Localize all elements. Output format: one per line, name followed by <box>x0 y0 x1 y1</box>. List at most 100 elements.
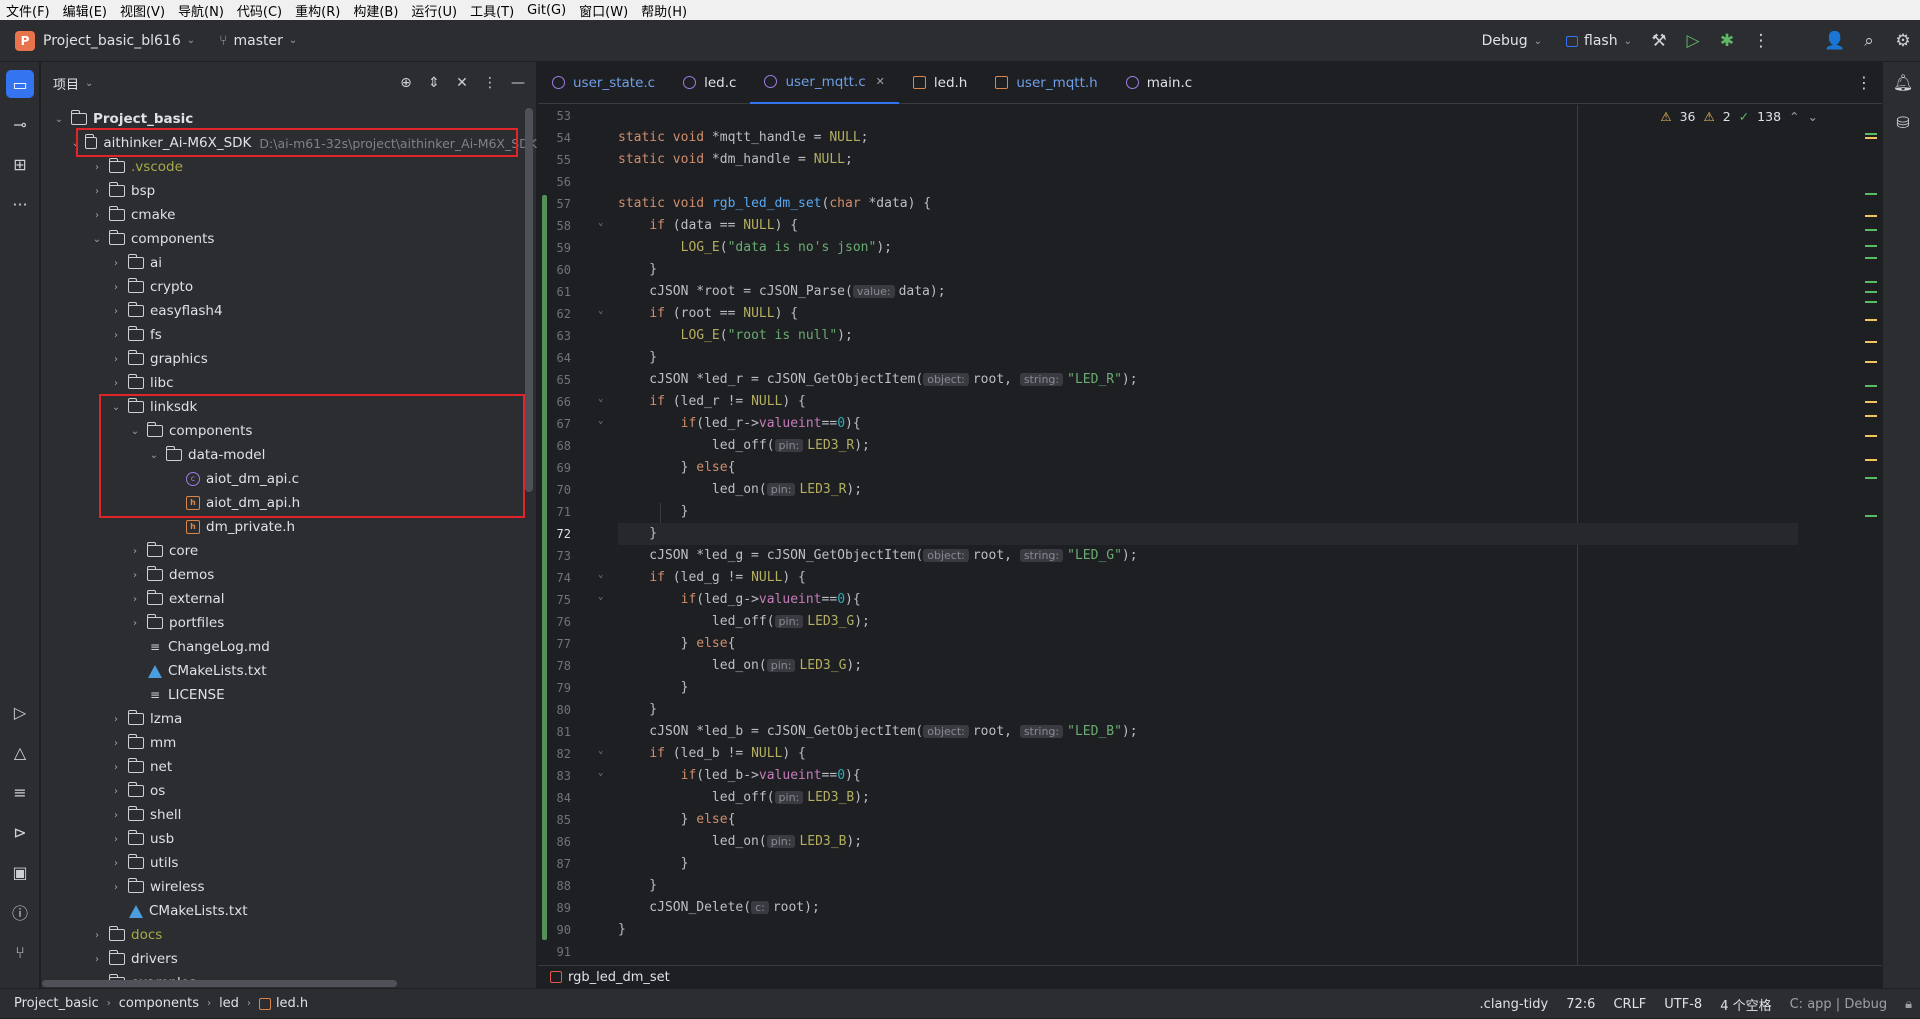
code-line[interactable]: } <box>618 677 1798 699</box>
file-encoding[interactable]: UTF-8 <box>1664 997 1702 1012</box>
tree-file[interactable]: ≡ LICENSE <box>41 683 537 707</box>
commit-tool-button[interactable]: ⊸ <box>0 104 40 144</box>
tree-folder[interactable]: ⌄ components <box>41 419 537 443</box>
error-stripe-mark[interactable] <box>1865 229 1877 231</box>
more-tools-button[interactable]: ··· <box>0 184 40 224</box>
tree-folder[interactable]: › libc <box>41 371 537 395</box>
chevron-down-icon[interactable]: ⌄ <box>85 78 93 89</box>
tree-folder[interactable]: › demos <box>41 563 537 587</box>
code-line[interactable]: } <box>618 347 1798 369</box>
menu-item[interactable]: Git(G) <box>521 3 573 18</box>
code-line[interactable] <box>618 105 1798 127</box>
chevron-down-icon[interactable]: ⌄ <box>1624 36 1632 47</box>
line-ending[interactable]: CRLF <box>1613 997 1646 1012</box>
git-tool-button[interactable]: ⑂ <box>0 932 40 972</box>
code-line[interactable]: led_off(pin: LED3_R); <box>618 435 1798 457</box>
run-tool-button[interactable]: ▷ <box>0 692 40 732</box>
problems-tool-button[interactable]: △ <box>0 732 40 772</box>
tree-folder[interactable]: › external <box>41 587 537 611</box>
error-stripe-mark[interactable] <box>1865 245 1877 247</box>
code-line[interactable] <box>618 171 1798 193</box>
menu-item[interactable]: 编辑(E) <box>57 1 114 20</box>
chevron-right-icon[interactable]: › <box>108 786 124 797</box>
tree-file[interactable]: h aiot_dm_api.h <box>41 491 537 515</box>
tree-vertical-scrollbar[interactable] <box>525 108 533 492</box>
indent-setting[interactable]: 4 个空格 <box>1720 995 1771 1014</box>
project-panel-title[interactable]: 项目 <box>53 74 79 93</box>
chevron-down-icon[interactable]: ⌄ <box>108 402 124 413</box>
close-icon[interactable]: ✕ <box>876 75 885 88</box>
chevron-right-icon[interactable]: › <box>108 354 124 365</box>
tree-folder[interactable]: › net <box>41 755 537 779</box>
tree-file[interactable]: ≡ ChangeLog.md <box>41 635 537 659</box>
chevron-right-icon[interactable]: › <box>108 282 124 293</box>
tree-folder[interactable]: › cmake <box>41 203 537 227</box>
tree-folder[interactable]: › core <box>41 539 537 563</box>
code-area[interactable]: 53 54 55 56 57 58 59 60 61 62 63 64 65 66 67 68 69 70 71 72… <box>538 105 1882 965</box>
tab-user_state-c[interactable]: user_state.c <box>538 62 669 104</box>
code-line[interactable]: static void *mqtt_handle = NULL; <box>618 127 1798 149</box>
error-stripe[interactable] <box>1863 105 1879 965</box>
tree-folder[interactable]: › ai <box>41 251 537 275</box>
tree-folder[interactable]: › fs <box>41 323 537 347</box>
tree-folder[interactable]: › bsp <box>41 179 537 203</box>
error-stripe-mark[interactable] <box>1865 415 1877 417</box>
code-line[interactable]: led_off(pin: LED3_G); <box>618 611 1798 633</box>
menu-item[interactable]: 帮助(H) <box>635 1 694 20</box>
search-icon[interactable]: ⌕ <box>1852 24 1886 58</box>
tab-user_mqtt-h[interactable]: user_mqtt.h <box>981 62 1111 104</box>
chevron-right-icon[interactable]: › <box>108 306 124 317</box>
error-stripe-mark[interactable] <box>1865 435 1877 437</box>
menu-item[interactable]: 文件(F) <box>0 1 57 20</box>
code-line[interactable]: LOG_E("data is no's json"); <box>618 237 1798 259</box>
tree-horizontal-scrollbar[interactable] <box>42 980 397 987</box>
chevron-right-icon[interactable]: › <box>127 570 143 581</box>
chevron-right-icon[interactable]: › <box>108 882 124 893</box>
error-stripe-mark[interactable] <box>1865 361 1877 363</box>
path-segment[interactable]: led <box>219 996 239 1011</box>
tree-file[interactable]: c aiot_dm_api.c <box>41 467 537 491</box>
chevron-down-icon[interactable]: ⌄ <box>289 35 297 46</box>
code-line[interactable]: if (led_b != NULL) { <box>618 743 1798 765</box>
debug-bug-icon[interactable]: ✱ <box>1710 24 1744 58</box>
chevron-right-icon[interactable]: › <box>108 258 124 269</box>
expand-all-icon[interactable]: ⇕ <box>424 75 444 91</box>
code-line[interactable]: cJSON *led_b = cJSON_GetObjectItem(objec… <box>618 721 1798 743</box>
menu-item[interactable]: 工具(T) <box>464 1 521 20</box>
todo-tool-button[interactable]: ≡ <box>0 772 40 812</box>
error-stripe-mark[interactable] <box>1865 193 1877 195</box>
linter-status[interactable]: .clang-tidy <box>1480 997 1549 1012</box>
code-line[interactable]: if (led_r != NULL) { <box>618 391 1798 413</box>
current-function[interactable]: rgb_led_dm_set <box>568 970 670 985</box>
code-line[interactable]: } <box>618 919 1798 941</box>
fold-chevron-icon[interactable]: ⌄ <box>598 218 603 228</box>
build-context[interactable]: C: app | Debug <box>1790 997 1887 1012</box>
menu-item[interactable]: 导航(N) <box>172 1 231 20</box>
chevron-down-icon[interactable]: ⌄ <box>1534 36 1542 47</box>
tree-folder[interactable]: › utils <box>41 851 537 875</box>
code-line[interactable]: } else{ <box>618 457 1798 479</box>
error-stripe-mark[interactable] <box>1865 319 1877 321</box>
code-line[interactable]: if (root == NULL) { <box>618 303 1798 325</box>
tree-file[interactable]: CMakeLists.txt <box>41 899 537 923</box>
error-stripe-mark[interactable] <box>1865 137 1877 139</box>
tree-folder[interactable]: › lzma <box>41 707 537 731</box>
chevron-right-icon[interactable]: › <box>108 810 124 821</box>
menu-item[interactable]: 视图(V) <box>114 1 172 20</box>
code-line[interactable]: if(led_b->valueint==0){ <box>618 765 1798 787</box>
error-stripe-mark[interactable] <box>1865 459 1877 461</box>
code-line[interactable]: cJSON *root = cJSON_Parse(value: data); <box>618 281 1798 303</box>
error-stripe-mark[interactable] <box>1865 401 1877 403</box>
more-options-icon[interactable]: ⋮ <box>1744 24 1778 58</box>
fold-chevron-icon[interactable]: ⌄ <box>598 592 603 602</box>
tree-folder[interactable]: › shell <box>41 803 537 827</box>
project-name[interactable]: Project_basic_bl616 <box>43 33 181 49</box>
menu-item[interactable]: 重构(R) <box>289 1 347 20</box>
chevron-right-icon[interactable]: › <box>108 714 124 725</box>
run-icon[interactable]: ▷ <box>1676 24 1710 58</box>
tree-folder[interactable]: › usb <box>41 827 537 851</box>
tab-led-c[interactable]: led.c <box>669 62 750 104</box>
tab-led-h[interactable]: led.h <box>899 62 981 104</box>
menu-item[interactable]: 窗口(W) <box>573 1 635 20</box>
code-line[interactable]: cJSON *led_g = cJSON_GetObjectItem(objec… <box>618 545 1798 567</box>
